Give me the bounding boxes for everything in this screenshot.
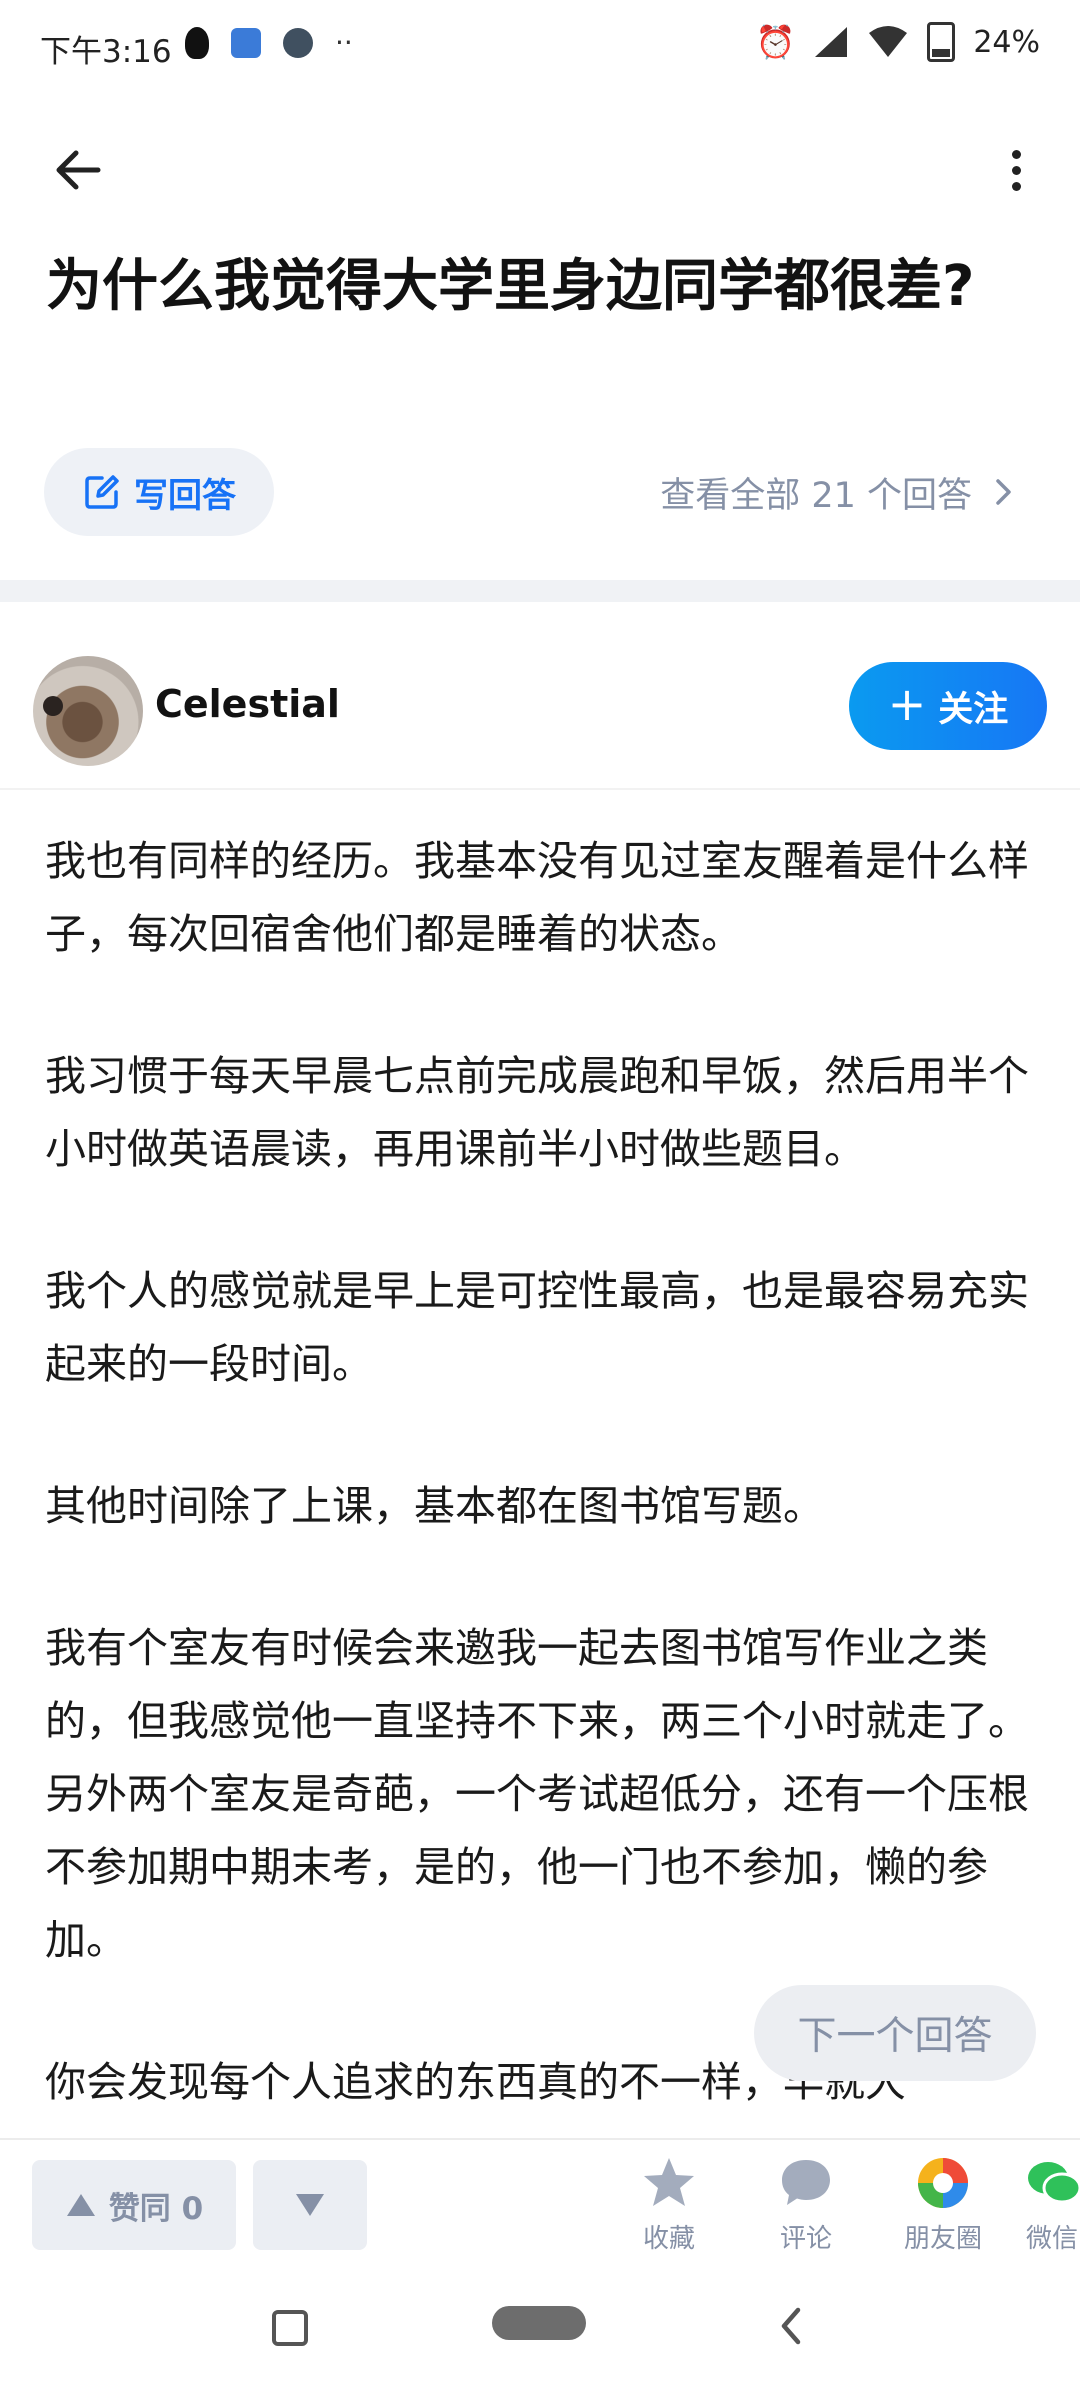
author-divider bbox=[0, 788, 1080, 790]
nav-back-icon[interactable] bbox=[776, 2304, 806, 2348]
back-button[interactable] bbox=[48, 140, 108, 200]
app-icon bbox=[283, 27, 313, 58]
upvote-button[interactable]: 赞同 0 bbox=[32, 2160, 236, 2250]
bottom-action-bar: 赞同 0 收藏 评论 朋友圈 微信 bbox=[0, 2138, 1080, 2262]
share-wechat-button[interactable]: 微信 bbox=[1008, 2154, 1080, 2255]
favorite-label: 收藏 bbox=[642, 2224, 695, 2254]
favorite-button[interactable]: 收藏 bbox=[619, 2154, 719, 2255]
write-answer-button[interactable]: 写回答 bbox=[44, 448, 274, 536]
system-icons: ⏰ 24% bbox=[755, 22, 1040, 62]
share-moments-button[interactable]: 朋友圈 bbox=[893, 2154, 993, 2255]
dot-icon bbox=[1011, 181, 1021, 191]
question-title[interactable]: 为什么我觉得大学里身边同学都很差? bbox=[46, 250, 1026, 398]
follow-button[interactable]: + 关注 bbox=[849, 662, 1047, 750]
arrow-left-icon bbox=[56, 150, 101, 190]
status-time: 下午3:16 bbox=[40, 34, 172, 70]
comment-button[interactable]: 评论 bbox=[756, 2154, 856, 2255]
write-answer-label: 写回答 bbox=[134, 475, 236, 516]
battery-percent: 24% bbox=[973, 24, 1040, 60]
answer-paragraph: 其他时间除了上课，基本都在图书馆写题。 bbox=[45, 1482, 824, 1530]
answer-content: 我也有同样的经历。我基本没有见过室友醒着是什么样子，每次回宿舍他们都是睡着的状态… bbox=[45, 825, 1035, 2135]
chevron-right-icon bbox=[996, 479, 1011, 505]
follow-label: 关注 bbox=[938, 689, 1009, 730]
battery-icon bbox=[927, 22, 956, 62]
alarm-icon: ⏰ bbox=[755, 23, 796, 61]
more-menu-button[interactable] bbox=[996, 140, 1036, 200]
view-all-label: 查看全部 21 个回答 bbox=[660, 475, 972, 516]
hd-signal-icon bbox=[815, 27, 848, 57]
triangle-down-icon bbox=[296, 2194, 324, 2216]
plus-icon: + bbox=[887, 677, 927, 731]
app-icon bbox=[231, 27, 261, 58]
view-all-answers-link[interactable]: 查看全部 21 个回答 bbox=[660, 462, 1020, 522]
wechat-icon bbox=[1028, 2162, 1080, 2204]
moments-icon bbox=[918, 2158, 968, 2208]
answer-paragraph: 我也有同样的经历。我基本没有见过室友醒着是什么样子，每次回宿舍他们都是睡着的状态… bbox=[45, 837, 1029, 958]
more-icon: ·· bbox=[335, 26, 353, 59]
dot-icon bbox=[1011, 149, 1021, 159]
moments-label: 朋友圈 bbox=[903, 2224, 982, 2254]
wifi-icon bbox=[869, 26, 908, 57]
notification-icons: ·· bbox=[185, 26, 353, 59]
system-nav-bar bbox=[0, 2260, 1080, 2400]
home-button[interactable] bbox=[492, 2306, 586, 2340]
qq-icon bbox=[185, 26, 209, 59]
section-divider bbox=[0, 580, 1080, 602]
answer-paragraph: 我习惯于每天早晨七点前完成晨跑和早饭，然后用半个小时做英语晨读，再用课前半小时做… bbox=[45, 1052, 1029, 1173]
recents-button[interactable] bbox=[272, 2310, 308, 2346]
star-icon bbox=[644, 2158, 694, 2206]
upvote-label: 赞同 0 bbox=[108, 2190, 204, 2227]
comment-label: 评论 bbox=[779, 2224, 832, 2254]
avatar[interactable] bbox=[33, 656, 143, 766]
comment-icon bbox=[782, 2160, 830, 2205]
triangle-up-icon bbox=[66, 2194, 95, 2216]
downvote-button[interactable] bbox=[253, 2160, 367, 2250]
wechat-label: 微信 bbox=[1026, 2224, 1079, 2254]
answer-paragraph: 我有个室友有时候会来邀我一起去图书馆写作业之类的，但我感觉他一直坚持不下来，两三… bbox=[45, 1624, 1029, 1964]
next-answer-button[interactable]: 下一个回答 bbox=[754, 1985, 1036, 2081]
edit-icon bbox=[85, 475, 119, 509]
dot-icon bbox=[1011, 165, 1021, 175]
author-name[interactable]: Celestial bbox=[155, 682, 340, 726]
status-bar: 下午3:16 ·· ⏰ 24% bbox=[0, 0, 1080, 90]
answer-paragraph: 我个人的感觉就是早上是可控性最高，也是最容易充实起来的一段时间。 bbox=[45, 1267, 1029, 1388]
